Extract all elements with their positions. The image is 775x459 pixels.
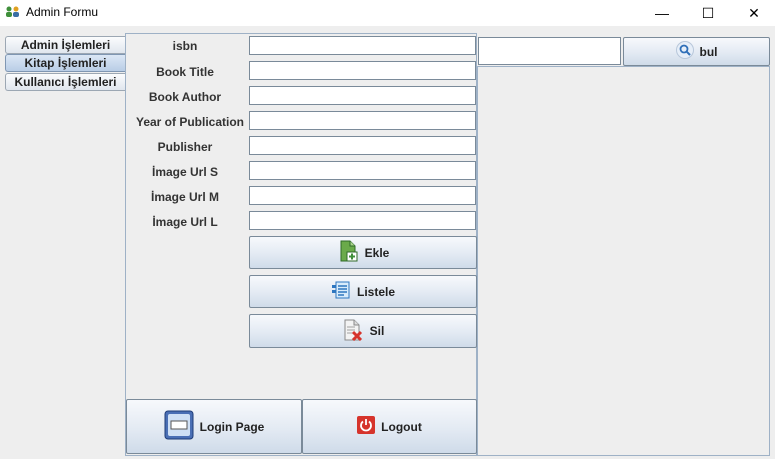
year-input[interactable]: [249, 111, 476, 130]
tab-kullanici-islemleri[interactable]: Kullanıcı İşlemleri: [5, 73, 125, 91]
close-icon: ✕: [748, 4, 760, 21]
maximize-button[interactable]: ☐: [685, 0, 731, 26]
close-button[interactable]: ✕: [731, 0, 775, 26]
book-title-input[interactable]: [249, 61, 476, 80]
window-title: Admin Formu: [26, 5, 99, 19]
login-page-label: Login Page: [199, 419, 265, 434]
image-url-l-input[interactable]: [249, 211, 476, 230]
book-title-label: Book Title: [156, 65, 214, 79]
year-label: Year of Publication: [135, 115, 245, 129]
bul-label: bul: [699, 44, 718, 59]
publisher-label: Publisher: [157, 140, 213, 154]
window-icon: [164, 410, 194, 443]
magnifier-icon: [675, 41, 694, 62]
power-icon: [357, 416, 376, 437]
login-page-button[interactable]: Login Page: [126, 399, 302, 454]
ekle-button[interactable]: Ekle: [249, 236, 477, 269]
image-url-m-label: İmage Url M: [150, 190, 219, 204]
image-url-s-label: İmage Url S: [151, 165, 219, 179]
bul-button[interactable]: bul: [623, 37, 770, 66]
maximize-icon: ☐: [701, 4, 715, 21]
ekle-label: Ekle: [364, 245, 390, 260]
isbn-input[interactable]: [249, 36, 476, 55]
listele-button[interactable]: Listele: [249, 275, 477, 308]
users-icon: [5, 5, 21, 19]
listele-label: Listele: [356, 284, 395, 299]
logout-label: Logout: [381, 419, 422, 434]
tab-label: Admin İşlemleri: [20, 38, 111, 52]
image-url-l-label: İmage Url L: [152, 215, 218, 229]
tab-label: Kullanıcı İşlemleri: [14, 75, 117, 89]
document-add-icon: [337, 240, 359, 265]
book-author-input[interactable]: [249, 86, 476, 105]
list-icon: [331, 280, 351, 303]
sil-label: Sil: [369, 324, 385, 338]
publisher-input[interactable]: [249, 136, 476, 155]
document-delete-icon: [342, 319, 364, 344]
tab-kitap-islemleri[interactable]: Kitap İşlemleri: [5, 54, 125, 72]
logout-button[interactable]: Logout: [302, 399, 477, 454]
results-panel[interactable]: [477, 66, 770, 456]
sil-button[interactable]: Sil: [249, 314, 477, 348]
minimize-button[interactable]: —: [639, 0, 685, 26]
isbn-label: isbn: [172, 39, 198, 53]
tab-label: Kitap İşlemleri: [24, 56, 107, 70]
title-bar: Admin Formu — ☐ ✕: [0, 0, 775, 26]
image-url-s-input[interactable]: [249, 161, 476, 180]
image-url-m-input[interactable]: [249, 186, 476, 205]
minimize-icon: —: [655, 5, 669, 21]
search-input[interactable]: [478, 37, 621, 65]
tab-admin-islemleri[interactable]: Admin İşlemleri: [5, 36, 125, 54]
book-author-label: Book Author: [148, 90, 222, 104]
